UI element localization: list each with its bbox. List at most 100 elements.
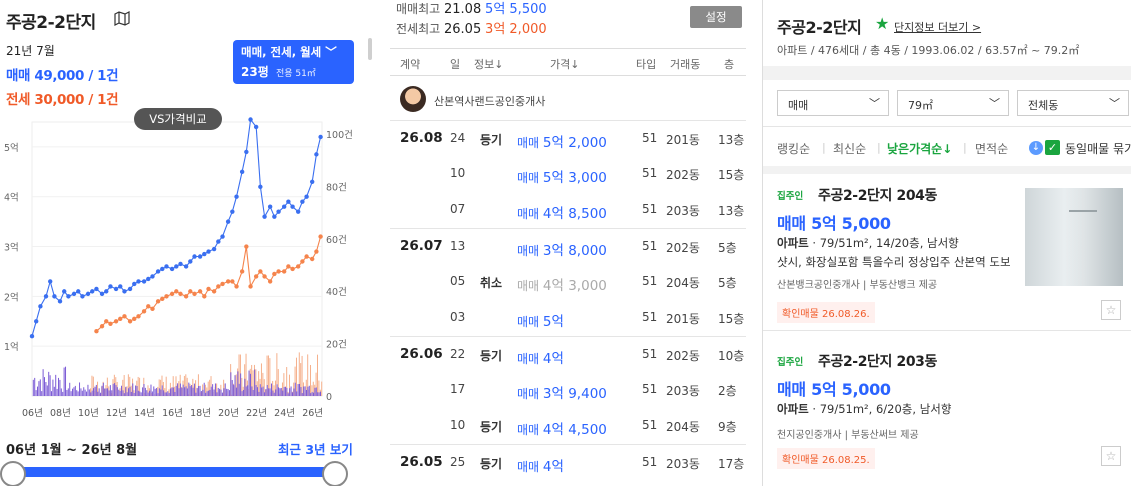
- recent-3-years-button[interactable]: 최근 3년 보기: [278, 439, 353, 458]
- panel-scrollbar[interactable]: [368, 38, 372, 60]
- sale-volume-bar: [192, 387, 194, 396]
- col-type[interactable]: 타입: [636, 56, 656, 72]
- sale-price-point: [300, 199, 305, 204]
- table-row[interactable]: 10 등기 51 204동 9층 매매 4억 4,500: [390, 408, 746, 444]
- cell-floor: 9층: [718, 420, 737, 434]
- cell-info: 등기: [480, 349, 503, 363]
- col-day[interactable]: 일: [450, 56, 460, 72]
- cell-trade-kind: 매매: [517, 279, 540, 293]
- map-icon[interactable]: [114, 11, 130, 26]
- sale-volume-bar: [270, 383, 272, 396]
- table-row[interactable]: 26.07 13 51 202동 5층 매매 3억 8,000: [390, 228, 746, 264]
- sale-high-label: 매매최고: [396, 2, 441, 16]
- area-select[interactable]: 79㎡ ﹀: [897, 90, 1009, 116]
- range-slider-end-handle[interactable]: [322, 461, 348, 486]
- col-floor[interactable]: 층: [724, 56, 734, 72]
- table-row[interactable]: 03 51 201동 15층 매매 5억: [390, 300, 746, 336]
- cell-day: 25: [450, 455, 466, 469]
- sale-volume-bar: [178, 388, 180, 396]
- sale-price-point: [281, 204, 287, 209]
- listing-photo[interactable]: [1025, 188, 1123, 286]
- sale-volume-bar: [282, 390, 284, 396]
- listing-card[interactable]: 집주인 주공2-2단지 203동 매매 5억 5,000 아파트 · 79/51…: [763, 340, 1131, 486]
- sort-separator: |: [877, 141, 881, 154]
- cell-type: 51: [642, 166, 658, 180]
- table-row[interactable]: 26.06 22 등기 51 202동 10층 매매 4억: [390, 336, 746, 372]
- vs-compare-button[interactable]: VS가격비교: [134, 108, 222, 130]
- bookmark-star-icon[interactable]: ☆: [1101, 300, 1121, 320]
- col-building[interactable]: 거래동: [670, 56, 700, 72]
- sale-volume-bar: [114, 383, 116, 396]
- table-row[interactable]: 17 51 203동 2층 매매 3억 9,400: [390, 372, 746, 408]
- cell-floor: 17층: [718, 457, 745, 471]
- sale-price-point: [276, 209, 281, 214]
- sort-area[interactable]: 면적순: [975, 140, 1008, 157]
- listing-price: 매매 5억 5,000: [777, 214, 891, 233]
- x-tick-label: 18년: [190, 408, 211, 419]
- lease-price-point: [104, 319, 109, 324]
- table-row[interactable]: 26.05 25 등기 51 203동 17층 매매 4억: [390, 444, 746, 480]
- cell-trade-kind: 매매: [517, 171, 540, 185]
- cell-trade-kind: 매매: [517, 315, 540, 329]
- col-contract[interactable]: 계약: [400, 56, 420, 72]
- sale-price-point: [150, 274, 155, 279]
- bookmark-star-icon[interactable]: ☆: [1101, 446, 1121, 466]
- favorite-star-icon[interactable]: ★: [875, 14, 889, 33]
- sort-latest[interactable]: 최신순: [833, 140, 866, 157]
- y2-tick-label: 60건: [326, 235, 347, 246]
- lease-price-point: [132, 316, 137, 321]
- cell-price: 매매 4억 3,000: [517, 274, 607, 294]
- sale-volume-bar: [69, 382, 71, 396]
- sale-volume-bar: [191, 385, 193, 396]
- sale-price-point: [309, 179, 315, 184]
- lease-price-point: [211, 289, 217, 294]
- sale-volume-bar: [147, 392, 149, 396]
- lease-price-point: [286, 264, 291, 269]
- col-price[interactable]: 가격↓: [550, 56, 579, 72]
- sort-lowest-price[interactable]: 낮은가격순↓: [887, 140, 952, 157]
- info-icon[interactable]: ↓: [1029, 141, 1043, 155]
- trade-type-filter-button[interactable]: 매매, 전세, 월세 ﹀ 23평 전용 51㎡: [233, 40, 354, 84]
- cell-floor: 13층: [718, 204, 745, 218]
- divider: [763, 126, 1131, 127]
- lease-price-point: [220, 281, 225, 287]
- listing-spec: 아파트 · 79/51m², 6/20층, 남서향: [777, 402, 952, 416]
- sort-separator: |: [822, 141, 826, 154]
- cell-month: 26.07: [400, 238, 443, 254]
- cell-day: 10: [450, 166, 466, 180]
- lease-price-point: [118, 316, 123, 321]
- table-row[interactable]: 26.08 24 등기 51 201동 13층 매매 5억 2,000: [390, 120, 746, 156]
- sale-price-point: [216, 239, 221, 244]
- size-label: 23평: [241, 65, 269, 79]
- group-listings-checkbox[interactable]: ✓: [1045, 140, 1060, 155]
- sale-volume-bar: [233, 384, 235, 396]
- sale-volume-bar: [142, 387, 144, 396]
- agent-banner[interactable]: 산본역사랜드공인중개사: [400, 86, 740, 116]
- table-row[interactable]: 05 취소 51 204동 5층 매매 4억 3,000: [390, 264, 746, 300]
- sale-volume-bar: [60, 388, 62, 396]
- lease-price-point: [225, 279, 231, 284]
- cell-price-value: 5억 2,000: [542, 135, 607, 151]
- price-chart[interactable]: 1억 2억 3억 4억 5억 0 20건 40건 60건 80건 100건 06년 08년 10년 12년 1…: [0, 108, 378, 428]
- sale-price-point: [132, 281, 137, 287]
- sort-ranking[interactable]: 랭킹순: [777, 140, 810, 157]
- table-row[interactable]: 10 51 202동 15층 매매 5억 3,000: [390, 156, 746, 192]
- sale-volume-bar: [174, 391, 176, 396]
- sale-volume-bar: [118, 389, 120, 396]
- sale-volume-bar: [226, 388, 228, 396]
- lease-price-point: [127, 319, 133, 324]
- col-info[interactable]: 정보↓: [474, 56, 503, 72]
- lease-high-row: 전세최고 26.05 3억 2,000: [396, 18, 547, 37]
- settings-button[interactable]: 설정: [690, 6, 742, 28]
- range-slider-track[interactable]: [12, 467, 342, 477]
- range-slider-start-handle[interactable]: [0, 461, 26, 486]
- trade-type-select[interactable]: 매매 ﹀: [777, 90, 889, 116]
- sale-volume-bar: [53, 386, 55, 396]
- sale-volume-bar: [179, 383, 181, 396]
- building-select[interactable]: 전체동 ﹀: [1017, 90, 1129, 116]
- cell-type: 51: [642, 418, 658, 432]
- complex-info-link[interactable]: 단지정보 더보기 >: [894, 19, 981, 35]
- table-row[interactable]: 07 51 203동 13층 매매 4억 8,500: [390, 192, 746, 228]
- listing-card[interactable]: 집주인 주공2-2단지 204동 매매 5억 5,000 아파트 · 79/51…: [763, 174, 1131, 334]
- trade-types-label: 매매, 전세, 월세 ﹀: [241, 45, 337, 59]
